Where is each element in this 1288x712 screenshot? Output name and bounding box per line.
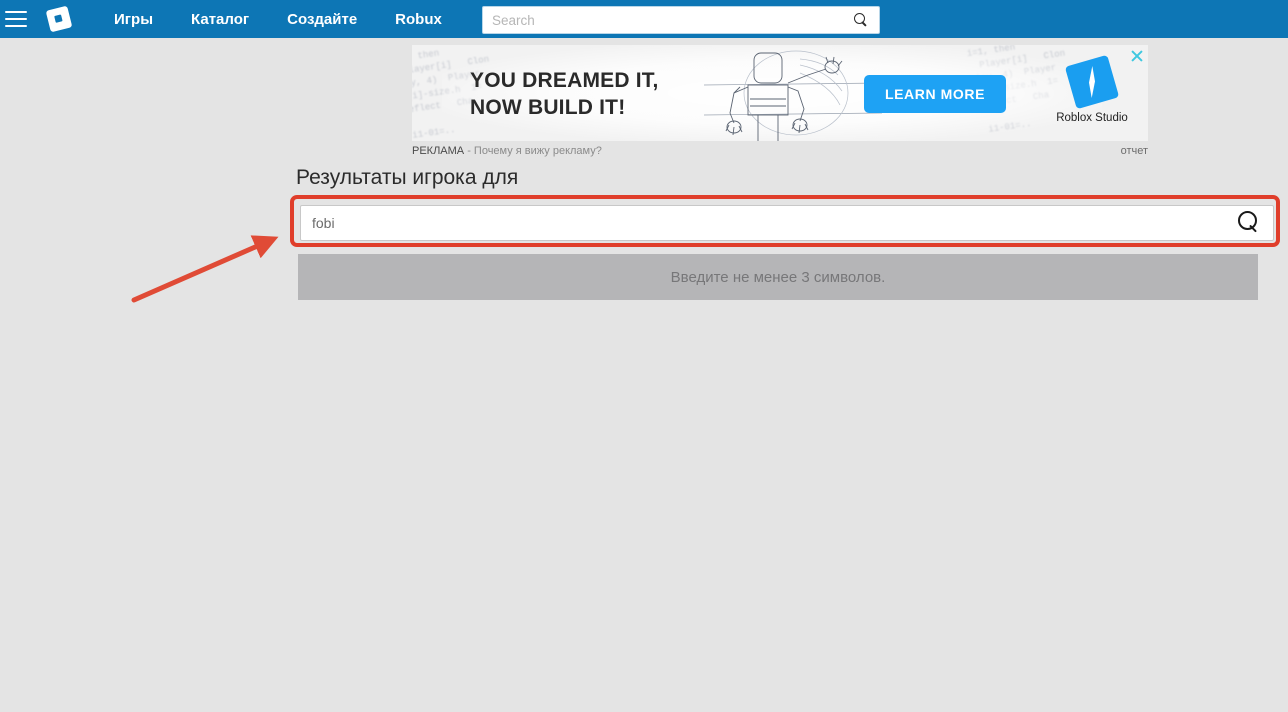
learn-more-button[interactable]: LEARN MORE bbox=[864, 75, 1006, 113]
page-title: Результаты игрока для bbox=[296, 166, 519, 189]
ad-headline-line2: NOW BUILD IT! bbox=[470, 96, 626, 119]
nav-link-create[interactable]: Создайте bbox=[287, 11, 357, 28]
red-pointer-arrow bbox=[131, 235, 279, 303]
hamburger-line bbox=[5, 18, 27, 20]
nav-link-catalog[interactable]: Каталог bbox=[191, 11, 249, 28]
roblox-logo-icon[interactable] bbox=[45, 5, 73, 33]
ad-brand-label: Roblox Studio bbox=[1056, 112, 1128, 124]
hamburger-line bbox=[5, 11, 27, 13]
roblox-studio-icon bbox=[1064, 54, 1120, 110]
search-icon[interactable] bbox=[853, 12, 869, 28]
nav-link-robux[interactable]: Robux bbox=[395, 11, 442, 28]
close-icon[interactable] bbox=[1130, 49, 1144, 63]
navbar-search-input[interactable] bbox=[483, 11, 853, 29]
player-search-highlight bbox=[290, 195, 1280, 247]
navbar-search-box[interactable] bbox=[482, 6, 880, 34]
ad-character-sketch bbox=[704, 50, 883, 141]
ad-report-link[interactable]: отчет bbox=[1121, 145, 1148, 157]
hamburger-line bbox=[5, 25, 27, 27]
ad-disclosure: РЕКЛАМА - Почему я вижу рекламу? bbox=[412, 145, 602, 157]
advertisement-block: i=1, then Player[i] Clon Play, 4) Player… bbox=[412, 45, 1148, 161]
empty-results-message: Введите не менее 3 символов. bbox=[298, 254, 1258, 300]
hamburger-icon[interactable] bbox=[5, 11, 27, 27]
ad-footer: РЕКЛАМА - Почему я вижу рекламу? отчет bbox=[412, 141, 1148, 161]
ad-headline-line1: YOU DREAMED IT, bbox=[470, 69, 659, 92]
ad-brand-lockup: Roblox Studio bbox=[1042, 54, 1142, 124]
empty-results-text: Введите не менее 3 символов. bbox=[670, 268, 886, 286]
nav-link-games[interactable]: Игры bbox=[114, 11, 153, 28]
ad-label: РЕКЛАМА bbox=[412, 145, 465, 157]
ad-banner[interactable]: i=1, then Player[i] Clon Play, 4) Player… bbox=[412, 45, 1148, 141]
ad-headline: YOU DREAMED IT, NOW BUILD IT! bbox=[470, 67, 659, 121]
top-navigation-bar: Игры Каталог Создайте Robux bbox=[0, 0, 1288, 38]
search-icon[interactable] bbox=[1236, 210, 1262, 236]
player-search-input[interactable] bbox=[301, 214, 1236, 232]
player-search-box[interactable] bbox=[300, 205, 1274, 241]
ad-why-link[interactable]: - Почему я вижу рекламу? bbox=[467, 145, 602, 157]
